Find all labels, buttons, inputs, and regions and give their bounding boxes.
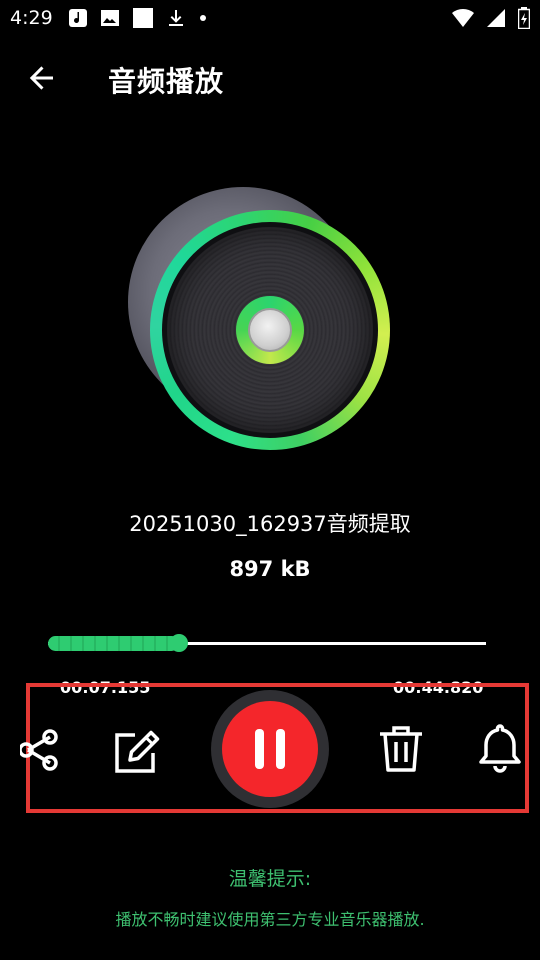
progress-fill — [48, 636, 180, 651]
progress-slider[interactable] — [48, 634, 486, 652]
wifi-icon — [452, 8, 474, 32]
battery-icon — [517, 7, 531, 33]
music-note-icon — [68, 8, 88, 32]
tip-body: 播放不畅时建议使用第三方专业音乐器播放. — [115, 910, 425, 929]
signal-icon — [486, 8, 506, 32]
arrow-left-icon — [29, 66, 53, 90]
disc-center — [248, 308, 292, 352]
edit-icon — [115, 730, 160, 773]
status-bar: 4:29 — [0, 0, 540, 36]
ringtone-button[interactable] — [478, 722, 522, 774]
share-icon — [18, 729, 58, 771]
edit-button[interactable] — [113, 727, 163, 775]
album-disc — [120, 185, 400, 465]
status-time: 4:29 — [10, 7, 53, 29]
status-icons-right — [452, 7, 531, 33]
file-size: 897 kB — [229, 557, 311, 581]
dot-icon — [198, 8, 208, 32]
download-icon — [166, 8, 186, 32]
bell-icon — [479, 724, 521, 773]
image-icon — [100, 8, 120, 32]
file-name: 20251030_162937音频提取 — [129, 512, 411, 536]
share-button[interactable] — [18, 726, 64, 774]
trash-icon — [380, 726, 422, 772]
square-icon — [132, 7, 154, 33]
delete-button[interactable] — [378, 724, 424, 774]
pause-button[interactable] — [222, 701, 318, 797]
pause-icon — [255, 729, 285, 769]
page-title: 音频播放 — [108, 65, 225, 98]
progress-thumb[interactable] — [170, 634, 189, 652]
status-icons-left — [68, 7, 208, 33]
back-button[interactable] — [26, 62, 58, 94]
tip-title: 温馨提示: — [228, 868, 312, 890]
app-bar: 音频播放 — [0, 50, 540, 106]
